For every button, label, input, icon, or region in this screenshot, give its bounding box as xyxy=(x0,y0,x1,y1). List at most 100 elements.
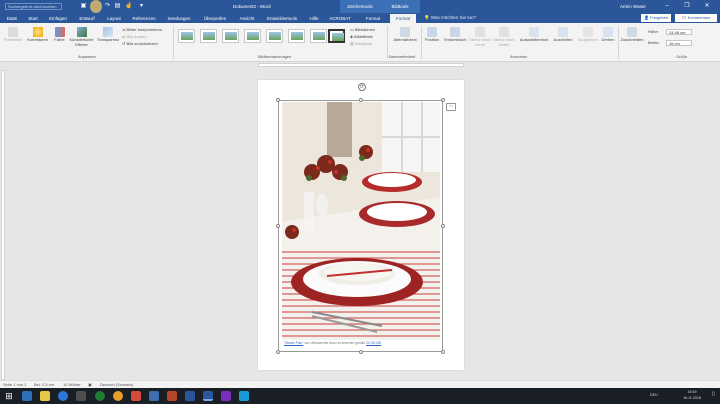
kuenstlerische-effekte-button[interactable]: Künstlerische Effekte xyxy=(68,27,95,47)
xbox-icon[interactable] xyxy=(95,391,105,401)
transparenz-button[interactable]: Transparenz xyxy=(96,27,120,43)
resize-handle-bottom-right[interactable] xyxy=(441,350,445,354)
tab-layout[interactable]: Layout xyxy=(103,14,125,23)
tray-clock[interactable]: 15:49 16.11.2018 xyxy=(672,389,712,401)
vertical-ruler[interactable] xyxy=(1,70,5,380)
mail-icon[interactable] xyxy=(149,391,159,401)
bild-aendern-button[interactable]: ⇄ Bild ändern xyxy=(122,34,147,39)
resize-handle-top-right[interactable] xyxy=(441,98,445,102)
alternativtext-button[interactable]: Alternativtext xyxy=(390,27,420,43)
caption-text: von Unbekannter Autor ist lizenziert gem… xyxy=(303,341,366,345)
bildrahmen-button[interactable]: ▭ Bildrahmen xyxy=(350,27,375,32)
notification-icon[interactable]: ▯ xyxy=(712,391,715,397)
group-separator xyxy=(421,26,422,59)
touch-mode-icon[interactable]: ☝ xyxy=(125,3,132,10)
selection-pane-icon xyxy=(529,27,539,37)
tab-entwurf[interactable]: Entwurf xyxy=(75,14,99,23)
tab-ueberpruefen[interactable]: Überprüfen xyxy=(198,14,232,23)
tab-entwicklertools[interactable]: Entwicklertools xyxy=(262,14,302,23)
breite-input[interactable]: 15 cm xyxy=(666,40,692,46)
print-preview-icon[interactable]: ▤ xyxy=(114,3,121,10)
edge-browser-icon[interactable] xyxy=(22,391,32,401)
chrome-icon[interactable] xyxy=(113,391,123,401)
hoehe-input[interactable]: 24.96 cm xyxy=(666,29,692,35)
share-button[interactable]: 👤 Freigeben xyxy=(641,14,671,22)
tab-referenzen[interactable]: Referenzen xyxy=(128,14,160,23)
picture-style-3[interactable] xyxy=(222,29,239,43)
bildlayout-button[interactable]: ▦ Bildlayout xyxy=(350,41,372,46)
resize-handle-left[interactable] xyxy=(276,224,280,228)
layout-options-icon[interactable]: ⌒ xyxy=(446,103,456,111)
onenote-icon[interactable] xyxy=(221,391,231,401)
tab-acrobat[interactable]: ACROBAT xyxy=(326,14,354,23)
drehen-button[interactable]: Drehen xyxy=(600,27,616,43)
resize-handle-top[interactable] xyxy=(359,98,363,102)
horizontal-ruler-page-area[interactable] xyxy=(258,63,464,67)
tab-datei[interactable]: Datei xyxy=(3,14,21,23)
skype-icon[interactable] xyxy=(239,391,249,401)
tell-me-label: Was möchten Sie tun? xyxy=(430,15,476,20)
zuschneiden-label: Zuschneiden xyxy=(620,37,644,42)
tab-format-picture[interactable]: Format xyxy=(390,14,416,23)
gruppieren-button[interactable]: Gruppieren xyxy=(576,27,600,43)
picture-style-6[interactable] xyxy=(288,29,305,43)
bring-forward-icon xyxy=(475,27,485,37)
zuschneiden-button[interactable]: Zuschneiden xyxy=(620,27,644,43)
auswahlbereich-button[interactable]: Auswahlbereich xyxy=(518,27,550,43)
position-button[interactable]: Position xyxy=(423,27,441,43)
freistellen-button[interactable]: Freistellen xyxy=(3,27,23,43)
picture-style-5[interactable] xyxy=(266,29,283,43)
picture-style-2[interactable] xyxy=(200,29,217,43)
tab-sendungen[interactable]: Sendungen xyxy=(163,14,195,23)
textumbruch-button[interactable]: Textumbruch xyxy=(442,27,468,43)
tab-ansicht[interactable]: Ansicht xyxy=(235,14,259,23)
store-icon[interactable] xyxy=(76,391,86,401)
close-button[interactable]: ✕ xyxy=(700,2,714,11)
file-explorer-icon[interactable] xyxy=(40,391,50,401)
outlook-icon[interactable] xyxy=(185,391,195,401)
redo-icon[interactable]: ↷ xyxy=(104,3,111,10)
picture-style-1[interactable] xyxy=(178,29,195,43)
korrekturen-button[interactable]: Korrekturen xyxy=(25,27,50,43)
share-icon: 👤 xyxy=(643,15,649,20)
word-icon[interactable] xyxy=(203,391,213,401)
restore-button[interactable]: ❐ xyxy=(680,2,694,11)
tab-format-drawing[interactable]: Format xyxy=(360,14,386,23)
tab-start[interactable]: Start xyxy=(24,14,42,23)
wrap-text-icon xyxy=(450,27,460,37)
qat-customize-icon[interactable]: ▾ xyxy=(138,3,145,10)
ebene-nach-vorne-button[interactable]: Ebene nach vorne xyxy=(469,27,491,47)
bilder-komprimieren-button[interactable]: ⇲ Bilder komprimieren xyxy=(122,27,162,32)
ausrichten-button[interactable]: Ausrichten xyxy=(551,27,575,43)
resize-handle-bottom[interactable] xyxy=(359,350,363,354)
tell-me-search[interactable]: 💡 Was möchten Sie tun? xyxy=(424,15,476,21)
inserted-photo[interactable] xyxy=(282,102,440,340)
farbe-button[interactable]: Farbe xyxy=(52,27,67,43)
picture-style-8[interactable] xyxy=(328,29,345,43)
bild-zuruecksetzen-button[interactable]: ↺ Bild zurücksetzen xyxy=(122,41,158,46)
pdf-app-icon[interactable] xyxy=(131,391,141,401)
resize-handle-right[interactable] xyxy=(441,224,445,228)
windows-start-icon[interactable]: ⊞ xyxy=(4,391,14,401)
ebene-nach-hinten-button[interactable]: Ebene nach hinten xyxy=(492,27,516,47)
qat-search-box[interactable]: Suchergebnis durchsuchen xyxy=(5,3,62,10)
tab-hilfe[interactable]: Hilfe xyxy=(305,14,323,23)
minimize-button[interactable]: – xyxy=(660,2,674,11)
picture-style-4[interactable] xyxy=(244,29,261,43)
rotate-handle-icon[interactable]: ⟳ xyxy=(358,83,366,91)
save-icon[interactable]: ▣ xyxy=(80,3,87,10)
windows-taskbar: ⊞ DEU 15:49 16.11.2018 ▯ xyxy=(0,388,720,404)
resize-handle-bottom-left[interactable] xyxy=(276,350,280,354)
picture-style-7[interactable] xyxy=(310,29,327,43)
comments-button[interactable]: 🗨 Kommentare xyxy=(675,14,717,22)
group-label-barrierefreiheit: Barrierefreiheit xyxy=(389,54,416,59)
caption-license-link[interactable]: CC BY-ND xyxy=(366,341,381,345)
bildeffekte-button[interactable]: ◈ Bildeffekte xyxy=(350,34,373,39)
caption-photo-link[interactable]: "Dieses Foto" xyxy=(284,341,303,345)
powerpoint-icon[interactable] xyxy=(167,391,177,401)
resize-handle-top-left[interactable] xyxy=(276,98,280,102)
tray-language[interactable]: DEU xyxy=(650,392,658,398)
user-name[interactable]: Armin Waser xyxy=(620,4,646,9)
ie-icon[interactable] xyxy=(58,391,68,401)
tab-einfuegen[interactable]: Einfügen xyxy=(45,14,71,23)
